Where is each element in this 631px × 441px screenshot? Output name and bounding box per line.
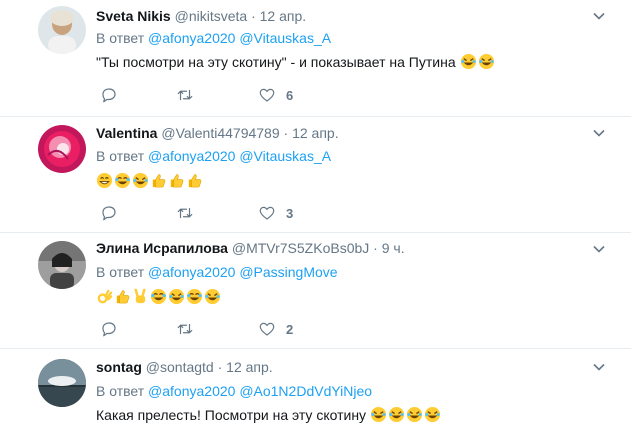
- tweet[interactable]: Sveta Nikis @nikitsveta · 12 апр. В отве…: [0, 0, 631, 117]
- reply-button[interactable]: [100, 203, 118, 223]
- reply-prefix: В ответ: [96, 264, 145, 280]
- retweet-button[interactable]: [176, 319, 194, 339]
- thumbsup-emoji-icon: [116, 290, 130, 304]
- mention-link[interactable]: @Vitauskas_A: [239, 30, 331, 46]
- tweet[interactable]: Элина Исрапилова @MTVr7S5ZKoBs0bJ · 9 ч.…: [0, 233, 631, 349]
- author-handle[interactable]: @MTVr7S5ZKoBs0bJ: [232, 240, 369, 256]
- rofl-emoji-icon: [388, 406, 404, 423]
- reply-button[interactable]: [100, 85, 118, 105]
- reply-prefix: В ответ: [96, 148, 145, 164]
- like-count: 3: [286, 205, 294, 221]
- rofl-emoji-icon: [478, 53, 494, 70]
- mention-link[interactable]: @PassingMove: [239, 264, 337, 280]
- separator-dot: ·: [251, 8, 256, 24]
- heart-icon: [259, 322, 275, 336]
- chevron-down-icon[interactable]: [593, 361, 605, 373]
- author-handle[interactable]: @sontagtd: [146, 359, 214, 375]
- mention-link[interactable]: @afonya2020: [148, 383, 235, 399]
- grin-emoji-icon: [96, 172, 113, 189]
- joy-emoji-icon: [114, 172, 131, 189]
- tweet-text: [96, 288, 222, 305]
- tweet-text: "Ты посмотри на эту скотину" - и показыв…: [96, 53, 496, 70]
- avatar[interactable]: [38, 241, 86, 289]
- like-count: 2: [286, 321, 294, 337]
- like-count: 6: [286, 87, 294, 103]
- chevron-down-icon[interactable]: [593, 10, 605, 22]
- retweet-icon: [177, 323, 193, 335]
- chevron-down-icon[interactable]: [593, 127, 605, 139]
- chevron-down-icon[interactable]: [593, 243, 605, 255]
- mention-link[interactable]: @afonya2020: [148, 30, 235, 46]
- tweet-text: [96, 172, 204, 189]
- heart-icon: [259, 88, 275, 102]
- tweet-header: Sveta Nikis @nikitsveta · 12 апр.: [96, 8, 306, 24]
- retweet-icon: [177, 89, 193, 101]
- author-name[interactable]: Valentina: [96, 125, 157, 141]
- reply-context: В ответ @afonya2020 @Vitauskas_A: [96, 148, 331, 164]
- thumbsup-emoji-icon: [170, 174, 184, 188]
- timestamp[interactable]: 12 апр.: [226, 359, 273, 375]
- emoji-row: [460, 53, 496, 70]
- tweet-body: Какая прелесть! Посмотри на эту скотину: [96, 407, 367, 423]
- rofl-emoji-icon: [424, 406, 440, 423]
- author-name[interactable]: sontag: [96, 359, 142, 375]
- mention-link[interactable]: @afonya2020: [148, 264, 235, 280]
- emoji-row: [370, 406, 442, 423]
- author-name[interactable]: Элина Исрапилова: [96, 240, 228, 256]
- separator-dot: ·: [217, 359, 223, 375]
- tweet-text: Какая прелесть! Посмотри на эту скотину: [96, 406, 442, 423]
- author-handle[interactable]: @nikitsveta: [175, 8, 248, 24]
- reply-icon: [102, 206, 116, 221]
- retweet-button[interactable]: [176, 85, 194, 105]
- joy-emoji-icon: [186, 288, 203, 305]
- reply-context: В ответ @afonya2020 @Ao1N2DdVdYiNjeo: [96, 383, 372, 399]
- like-button[interactable]: 2: [258, 319, 293, 339]
- separator-dot: ·: [373, 240, 378, 256]
- reply-prefix: В ответ: [96, 383, 145, 399]
- ok-emoji-icon: [97, 289, 113, 304]
- rofl-emoji-icon: [460, 53, 476, 70]
- rofl-emoji-icon: [204, 288, 221, 305]
- heart-icon: [259, 206, 275, 220]
- tweet-header: Элина Исрапилова @MTVr7S5ZKoBs0bJ · 9 ч.: [96, 240, 405, 256]
- joy-emoji-icon: [150, 288, 167, 305]
- timestamp[interactable]: 9 ч.: [382, 240, 405, 256]
- tweet-body: "Ты посмотри на эту скотину" - и показыв…: [96, 54, 456, 70]
- rofl-emoji-icon: [132, 172, 149, 189]
- separator-dot: ·: [283, 125, 289, 141]
- emoji-row: [96, 288, 222, 305]
- timestamp[interactable]: 12 апр.: [260, 8, 307, 24]
- tweet[interactable]: sontag @sontagtd · 12 апр. В ответ @afon…: [0, 349, 631, 441]
- thumbsup-emoji-icon: [152, 174, 166, 188]
- avatar[interactable]: [38, 6, 86, 54]
- reply-button[interactable]: [100, 319, 118, 339]
- reply-context: В ответ @afonya2020 @PassingMove: [96, 264, 338, 280]
- like-button[interactable]: 3: [258, 203, 293, 223]
- rofl-emoji-icon: [168, 288, 185, 305]
- rofl-emoji-icon: [406, 406, 422, 423]
- tweet-header: Valentina @Valenti44794789 · 12 апр.: [96, 125, 339, 141]
- mention-link[interactable]: @afonya2020: [148, 148, 235, 164]
- mention-link[interactable]: @Vitauskas_A: [239, 148, 331, 164]
- retweet-button[interactable]: [176, 203, 194, 223]
- reply-prefix: В ответ: [96, 30, 145, 46]
- rofl-emoji-icon: [370, 406, 386, 423]
- reply-icon: [102, 322, 116, 337]
- author-handle[interactable]: @Valenti44794789: [161, 125, 279, 141]
- mention-link[interactable]: @Ao1N2DdVdYiNjeo: [239, 383, 372, 399]
- avatar[interactable]: [38, 359, 86, 407]
- avatar[interactable]: [38, 125, 86, 173]
- like-button[interactable]: 6: [258, 85, 293, 105]
- timestamp[interactable]: 12 апр.: [292, 125, 339, 141]
- author-name[interactable]: Sveta Nikis: [96, 8, 171, 24]
- tweet-header: sontag @sontagtd · 12 апр.: [96, 359, 273, 375]
- victory-emoji-icon: [134, 288, 146, 304]
- reply-icon: [102, 88, 116, 103]
- retweet-icon: [177, 207, 193, 219]
- thumbsup-emoji-icon: [188, 174, 202, 188]
- reply-context: В ответ @afonya2020 @Vitauskas_A: [96, 30, 331, 46]
- emoji-row: [96, 172, 204, 189]
- tweet[interactable]: Valentina @Valenti44794789 · 12 апр. В о…: [0, 117, 631, 233]
